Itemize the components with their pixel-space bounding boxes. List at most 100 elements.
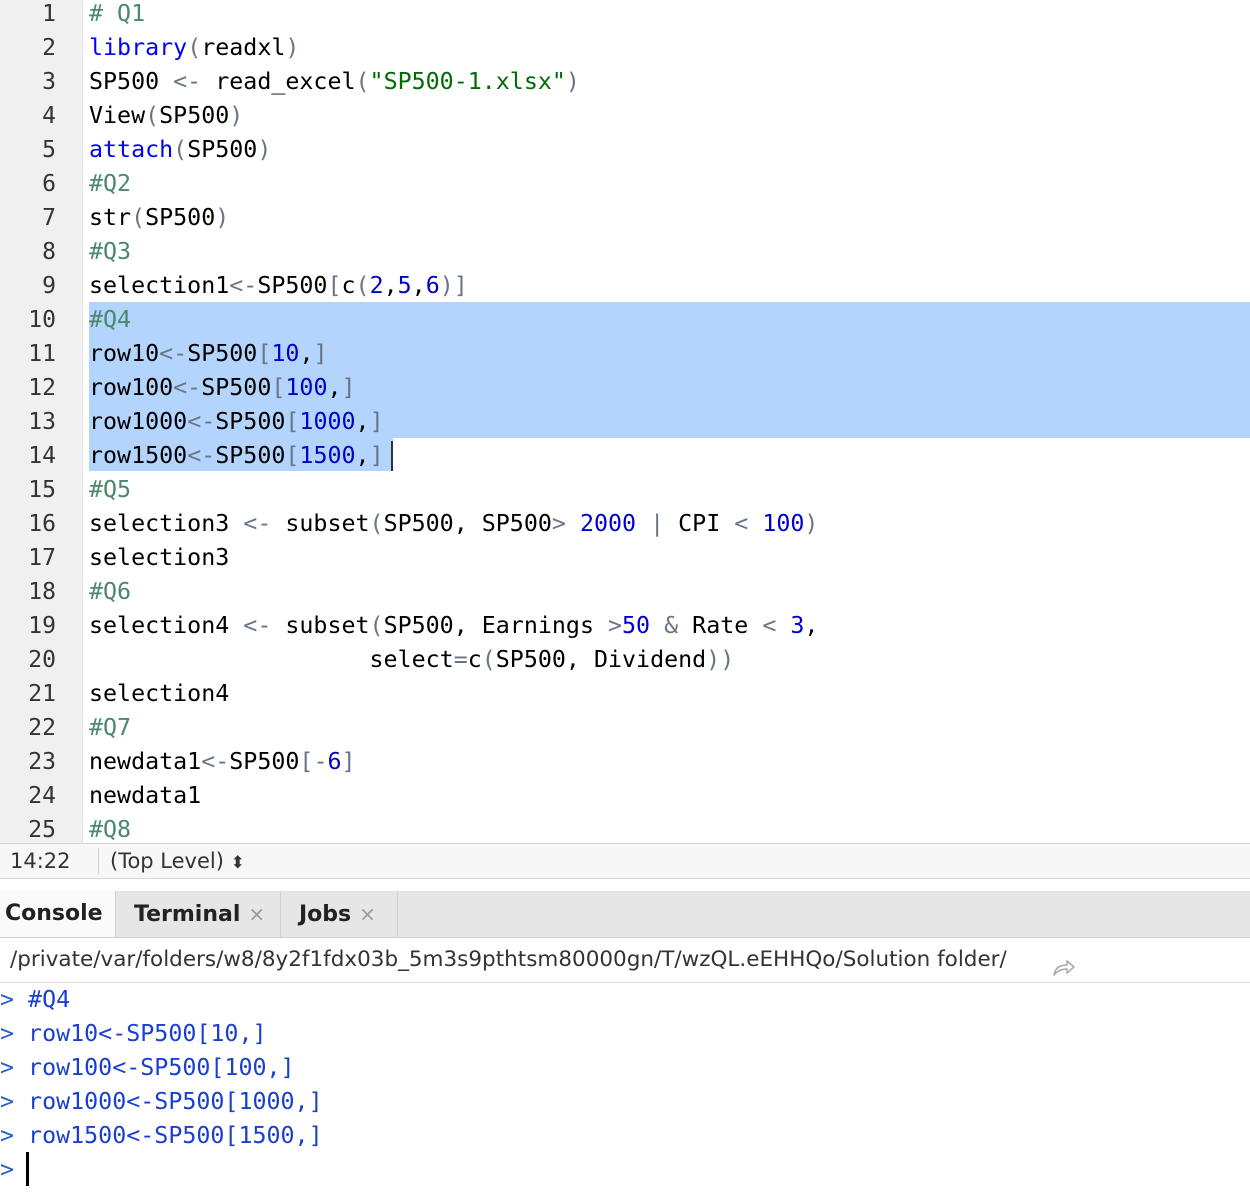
code-line: selection3 <- subset(SP500, SP500> 2000 … <box>89 507 818 541</box>
console-output[interactable]: > #Q4 > row10<-SP500[10,] > row100<-SP500[… <box>0 983 1250 1200</box>
code-token: ) <box>565 68 580 95</box>
code-token: )) <box>706 646 735 673</box>
line-number: 13 <box>28 409 56 435</box>
code-token: newdata1 <box>89 782 202 809</box>
code-token: 1500 <box>299 442 356 469</box>
code-token: ( <box>131 204 146 231</box>
scope-selector[interactable]: (Top Level) ⬍ <box>110 844 245 880</box>
code-line: #Q7 <box>89 711 131 745</box>
line-number: 18 <box>28 579 56 605</box>
code-token: [- <box>299 748 328 775</box>
code-token: #Q2 <box>89 170 132 197</box>
code-token: > <box>608 612 623 639</box>
code-token: ( <box>369 510 384 537</box>
code-token: & <box>664 612 679 639</box>
tab-console[interactable]: Console <box>0 891 116 937</box>
code-token: #Q4 <box>89 306 132 333</box>
code-token: row10 <box>89 340 160 367</box>
code-token: subset <box>271 510 370 537</box>
code-token: 100 <box>762 510 805 537</box>
tab-label: Terminal <box>134 902 241 927</box>
code-line: row100<-SP500[100,] <box>89 371 356 405</box>
code-token: , <box>411 272 426 299</box>
code-token: <- <box>243 510 272 537</box>
code-token: #Q7 <box>89 714 132 741</box>
code-token: select <box>89 646 454 673</box>
code-token: ( <box>369 612 384 639</box>
console-prompt: > <box>0 1156 15 1183</box>
code-token: <- <box>187 442 216 469</box>
code-token: , <box>804 612 819 639</box>
tab-jobs[interactable]: Jobs × <box>281 891 398 937</box>
tab-label: Console <box>5 901 103 926</box>
code-token: | <box>650 510 665 537</box>
console-prompt: > <box>0 1088 15 1115</box>
code-token: ] <box>369 442 384 469</box>
code-token: ] <box>369 408 384 435</box>
code-token: #Q6 <box>89 578 132 605</box>
code-line: #Q8 <box>89 813 131 843</box>
code-token: SP500, Dividend <box>495 646 707 673</box>
console-command: row100<-SP500[100,] <box>14 1054 295 1081</box>
code-token: <- <box>187 408 216 435</box>
tab-terminal[interactable]: Terminal × <box>116 891 281 937</box>
code-token: library <box>89 34 188 61</box>
console-prompt: > <box>0 1054 15 1081</box>
code-token: attach <box>89 136 174 163</box>
console-prompt: > <box>0 1020 15 1047</box>
code-token: str <box>89 204 132 231</box>
code-line: newdata1<-SP500[-6] <box>89 745 356 779</box>
code-token: SP500 <box>229 748 300 775</box>
code-token: SP500, Earnings <box>383 612 608 639</box>
line-number: 2 <box>42 35 56 61</box>
code-token: 3 <box>790 612 805 639</box>
console-line: > row1500<-SP500[1500,] <box>0 1119 323 1153</box>
console-line: > row10<-SP500[10,] <box>0 1017 267 1051</box>
editor-cursor <box>391 441 393 471</box>
code-token: row100 <box>89 374 174 401</box>
code-token: <- <box>173 374 202 401</box>
line-number: 17 <box>28 545 56 571</box>
code-token: 10 <box>271 340 300 367</box>
code-token: SP500 <box>201 374 272 401</box>
code-line: library(readxl) <box>89 31 299 65</box>
line-number: 5 <box>42 137 56 163</box>
close-icon[interactable]: × <box>248 902 265 926</box>
code-token: c <box>341 272 356 299</box>
line-number: 14 <box>28 443 56 469</box>
code-token: , <box>383 272 398 299</box>
code-token: = <box>453 646 468 673</box>
code-token: CPI <box>664 510 735 537</box>
code-token: row1500 <box>89 442 188 469</box>
code-token: SP500 <box>159 102 230 129</box>
line-number: 4 <box>42 103 56 129</box>
code-token: 1000 <box>299 408 356 435</box>
close-icon[interactable]: × <box>359 902 376 926</box>
code-line: selection4 <- subset(SP500, Earnings >50… <box>89 609 818 643</box>
line-number: 3 <box>42 69 56 95</box>
code-line: row1000<-SP500[1000,] <box>89 405 384 439</box>
pane-splitter[interactable] <box>0 879 1250 891</box>
code-token: Rate <box>678 612 763 639</box>
code-line: View(SP500) <box>89 99 243 133</box>
console-line: > <box>0 1153 14 1187</box>
code-token: selection4 <box>89 680 230 707</box>
source-editor[interactable]: 1 2 3 4 5 6 7 8 9 10 11 12 13 14 15 16 17 18 19 20 21 22 23 24 2… <box>0 0 1250 843</box>
code-token: 5 <box>397 272 412 299</box>
console-command: row1500<-SP500[1500,] <box>14 1122 323 1149</box>
console-cursor <box>26 1152 29 1186</box>
code-line: #Q4 <box>89 303 131 337</box>
code-token: selection1 <box>89 272 230 299</box>
code-token: > <box>551 510 566 537</box>
line-number: 20 <box>28 647 56 673</box>
code-line: str(SP500) <box>89 201 229 235</box>
code-line: attach(SP500) <box>89 133 271 167</box>
code-line: #Q2 <box>89 167 131 201</box>
code-token: ) <box>285 34 300 61</box>
code-token: <- <box>159 340 188 367</box>
updown-arrow-icon: ⬍ <box>230 853 245 873</box>
code-token: newdata1 <box>89 748 202 775</box>
code-token: 6 <box>327 748 342 775</box>
code-token: ] <box>313 340 328 367</box>
